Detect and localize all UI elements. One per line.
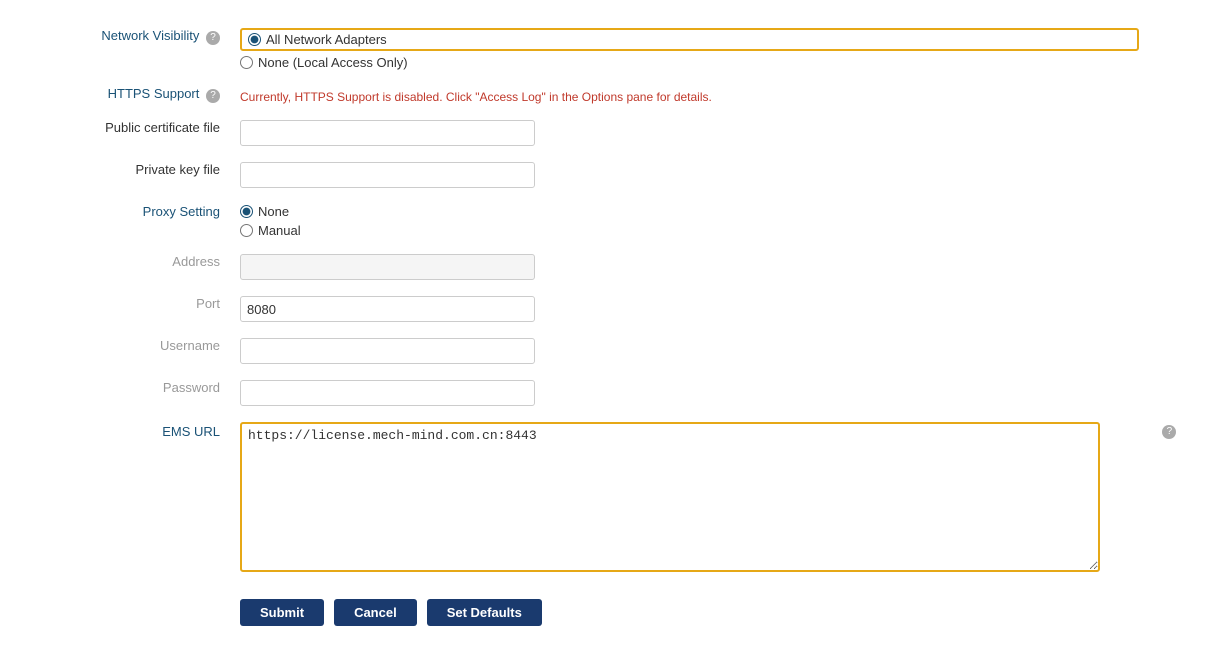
proxy-manual-label: Manual [258, 223, 301, 238]
https-support-message-cell: Currently, HTTPS Support is disabled. Cl… [230, 78, 1149, 112]
proxy-manual-radio[interactable] [240, 224, 253, 237]
none-local-option[interactable]: None (Local Access Only) [240, 55, 1139, 70]
proxy-none-option[interactable]: None [240, 204, 1139, 219]
public-cert-input[interactable] [240, 120, 535, 146]
button-row: Submit Cancel Set Defaults [30, 583, 1188, 626]
address-label: Address [30, 246, 230, 288]
address-cell [230, 246, 1149, 288]
submit-button[interactable]: Submit [240, 599, 324, 626]
network-visibility-controls: All Network Adapters None (Local Access … [230, 20, 1149, 78]
public-cert-row: Public certificate file [30, 112, 1188, 154]
password-label: Password [30, 372, 230, 414]
none-local-radio[interactable] [240, 56, 253, 69]
public-cert-label: Public certificate file [30, 112, 230, 154]
username-row: Username [30, 330, 1188, 372]
port-input[interactable] [240, 296, 535, 322]
address-input[interactable] [240, 254, 535, 280]
private-key-cell [230, 154, 1149, 196]
username-input[interactable] [240, 338, 535, 364]
proxy-none-radio[interactable] [240, 205, 253, 218]
username-cell [230, 330, 1149, 372]
proxy-setting-controls: None Manual [230, 196, 1149, 246]
address-row: Address [30, 246, 1188, 288]
all-adapters-radio[interactable] [248, 33, 261, 46]
port-cell [230, 288, 1149, 330]
network-visibility-label: Network Visibility ? [30, 20, 230, 78]
ems-url-cell: https://license.mech-mind.com.cn:8443 [230, 414, 1149, 583]
ems-url-textarea[interactable]: https://license.mech-mind.com.cn:8443 [240, 422, 1100, 572]
proxy-none-label: None [258, 204, 289, 219]
https-support-help-icon[interactable]: ? [206, 89, 220, 103]
network-visibility-help-icon[interactable]: ? [206, 31, 220, 45]
none-local-label: None (Local Access Only) [258, 55, 408, 70]
ems-url-help-icon[interactable]: ? [1162, 425, 1176, 439]
set-defaults-button[interactable]: Set Defaults [427, 599, 542, 626]
password-cell [230, 372, 1149, 414]
cancel-button[interactable]: Cancel [334, 599, 417, 626]
password-row: Password [30, 372, 1188, 414]
ems-url-help-cell: ? [1149, 414, 1188, 583]
port-label: Port [30, 288, 230, 330]
port-row: Port [30, 288, 1188, 330]
proxy-setting-row: Proxy Setting None Manual [30, 196, 1188, 246]
network-visibility-row: Network Visibility ? All Network Adapter… [30, 20, 1188, 78]
private-key-row: Private key file [30, 154, 1188, 196]
ems-url-row: EMS URL https://license.mech-mind.com.cn… [30, 414, 1188, 583]
proxy-setting-label: Proxy Setting [30, 196, 230, 246]
ems-url-label: EMS URL [30, 414, 230, 583]
https-support-label: HTTPS Support ? [30, 78, 230, 112]
password-input[interactable] [240, 380, 535, 406]
private-key-input[interactable] [240, 162, 535, 188]
https-disabled-message: Currently, HTTPS Support is disabled. Cl… [240, 86, 1139, 104]
https-support-row: HTTPS Support ? Currently, HTTPS Support… [30, 78, 1188, 112]
public-cert-cell [230, 112, 1149, 154]
network-visibility-radio-group: All Network Adapters None (Local Access … [240, 28, 1139, 70]
all-adapters-option[interactable]: All Network Adapters [240, 28, 1139, 51]
private-key-label: Private key file [30, 154, 230, 196]
proxy-manual-option[interactable]: Manual [240, 223, 1139, 238]
proxy-radio-group: None Manual [240, 204, 1139, 238]
username-label: Username [30, 330, 230, 372]
all-adapters-label: All Network Adapters [266, 32, 387, 47]
